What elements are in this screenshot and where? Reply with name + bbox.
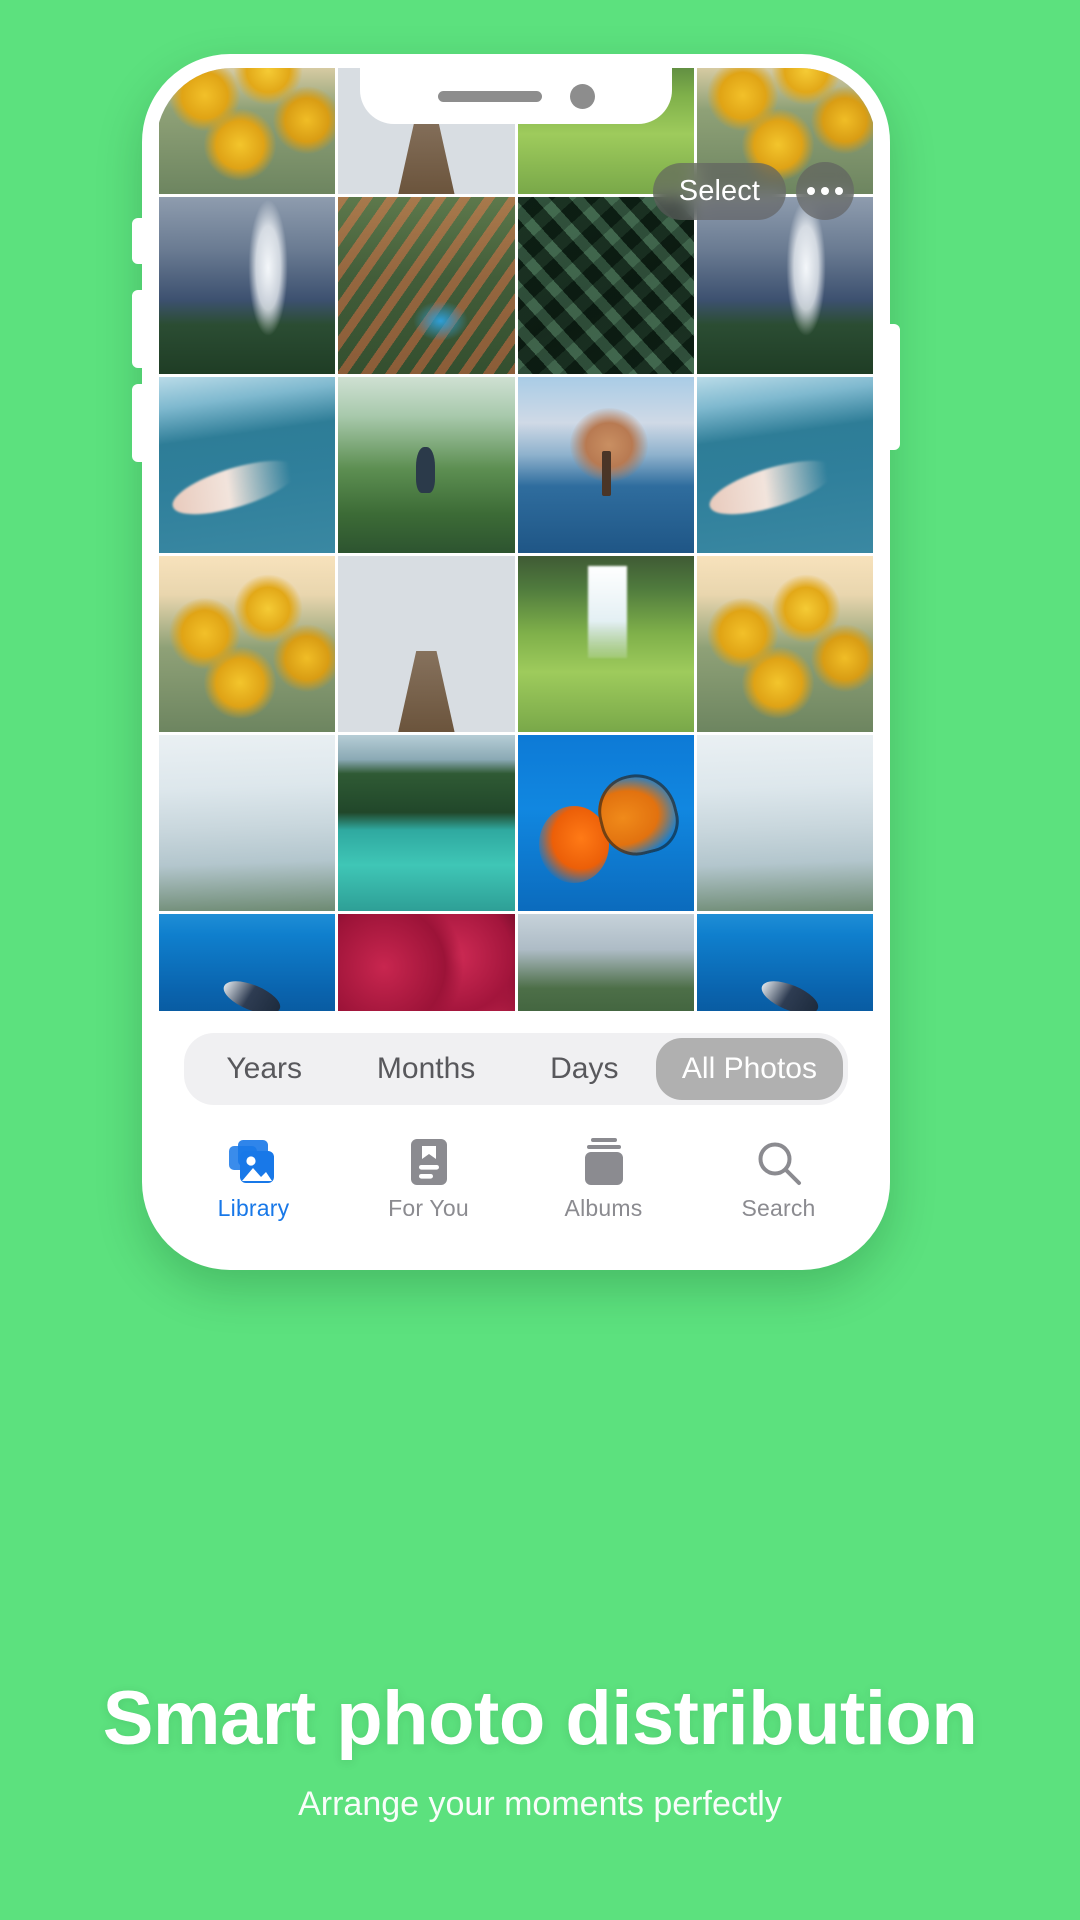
tab-label: For You [388,1195,469,1221]
photo-thumbnail[interactable] [338,376,515,553]
photo-thumbnail[interactable] [517,555,694,732]
photo-thumbnail[interactable] [338,735,515,912]
tab-label: Albums [564,1195,643,1221]
photo-thumbnail[interactable] [159,735,336,912]
phone-screen: Select Years Months Days All Photos Library [156,68,876,1256]
photo-thumbnail[interactable] [159,555,336,732]
ellipsis-dot-icon [807,187,815,195]
photo-thumbnail[interactable] [696,735,873,912]
photo-thumbnail[interactable] [517,197,694,374]
photo-thumbnail[interactable] [338,197,515,374]
segment-years[interactable]: Years [189,1038,339,1100]
header-controls: Select [652,162,854,220]
bottom-bar: Years Months Days All Photos Library For Yo… [156,1011,876,1256]
photo-image [517,376,694,553]
photo-image [159,735,336,912]
photo-image [517,555,694,732]
photo-thumbnail[interactable] [517,735,694,912]
photo-image [159,197,336,374]
timeline-segmented-control: Years Months Days All Photos [184,1033,848,1105]
more-options-button[interactable] [796,162,854,220]
photo-image [696,914,873,1011]
select-button[interactable]: Select [652,162,786,220]
device-notch [360,68,672,124]
albums-stack-icon [581,1131,627,1187]
photo-thumbnail[interactable] [517,376,694,553]
speaker-grill-icon [437,90,542,102]
photo-image [159,376,336,553]
photo-image [517,735,694,912]
photo-thumbnail[interactable] [517,914,694,1011]
ellipsis-dot-icon [821,187,829,195]
tab-label: Search [741,1195,816,1221]
photo-thumbnail[interactable] [159,197,336,374]
photo-image [696,197,873,374]
photo-image [159,68,336,195]
for-you-card-icon [408,1131,450,1187]
photo-thumbnail[interactable] [159,376,336,553]
photo-thumbnail[interactable] [159,914,336,1011]
segment-months[interactable]: Months [339,1038,512,1100]
tab-library[interactable]: Library [166,1131,341,1222]
segment-days[interactable]: Days [513,1038,656,1100]
tab-albums[interactable]: Albums [516,1131,691,1222]
photo-image [696,376,873,553]
volume-up-button[interactable] [132,290,146,368]
tab-for-you[interactable]: For You [341,1131,516,1222]
power-button[interactable] [886,324,900,450]
photo-image [517,914,694,1011]
photo-thumbnail[interactable] [338,555,515,732]
photo-thumbnail[interactable] [696,555,873,732]
marketing-copy: Smart photo distribution Arrange your mo… [0,1679,1080,1824]
photo-thumbnail[interactable] [696,376,873,553]
segment-all-photos[interactable]: All Photos [655,1038,843,1100]
volume-down-button[interactable] [132,384,146,462]
photo-image [159,914,336,1011]
photo-image [517,197,694,374]
photo-image [338,556,514,732]
photo-image [159,555,336,732]
photo-image [338,914,515,1011]
photo-image [696,735,873,912]
photo-library-icon [228,1131,280,1187]
tab-bar: Library For You Albums Search [156,1131,876,1222]
photo-image [338,197,515,374]
ellipsis-dot-icon [835,187,843,195]
phone-mockup: Select Years Months Days All Photos Library [132,54,900,1270]
page-subtitle: Arrange your moments perfectly [298,1785,782,1823]
photo-thumbnail[interactable] [159,68,336,195]
mute-switch-button[interactable] [132,218,146,264]
photo-thumbnail[interactable] [696,197,873,374]
photo-image [338,735,515,912]
front-camera-icon [569,83,595,109]
photo-image [338,376,515,553]
search-icon [755,1131,803,1187]
tab-search[interactable]: Search [691,1131,866,1222]
photo-image [696,555,873,732]
photo-thumbnail[interactable] [696,914,873,1011]
tab-label: Library [217,1195,290,1221]
photo-thumbnail[interactable] [338,914,515,1011]
page-title: Smart photo distribution [102,1676,978,1762]
